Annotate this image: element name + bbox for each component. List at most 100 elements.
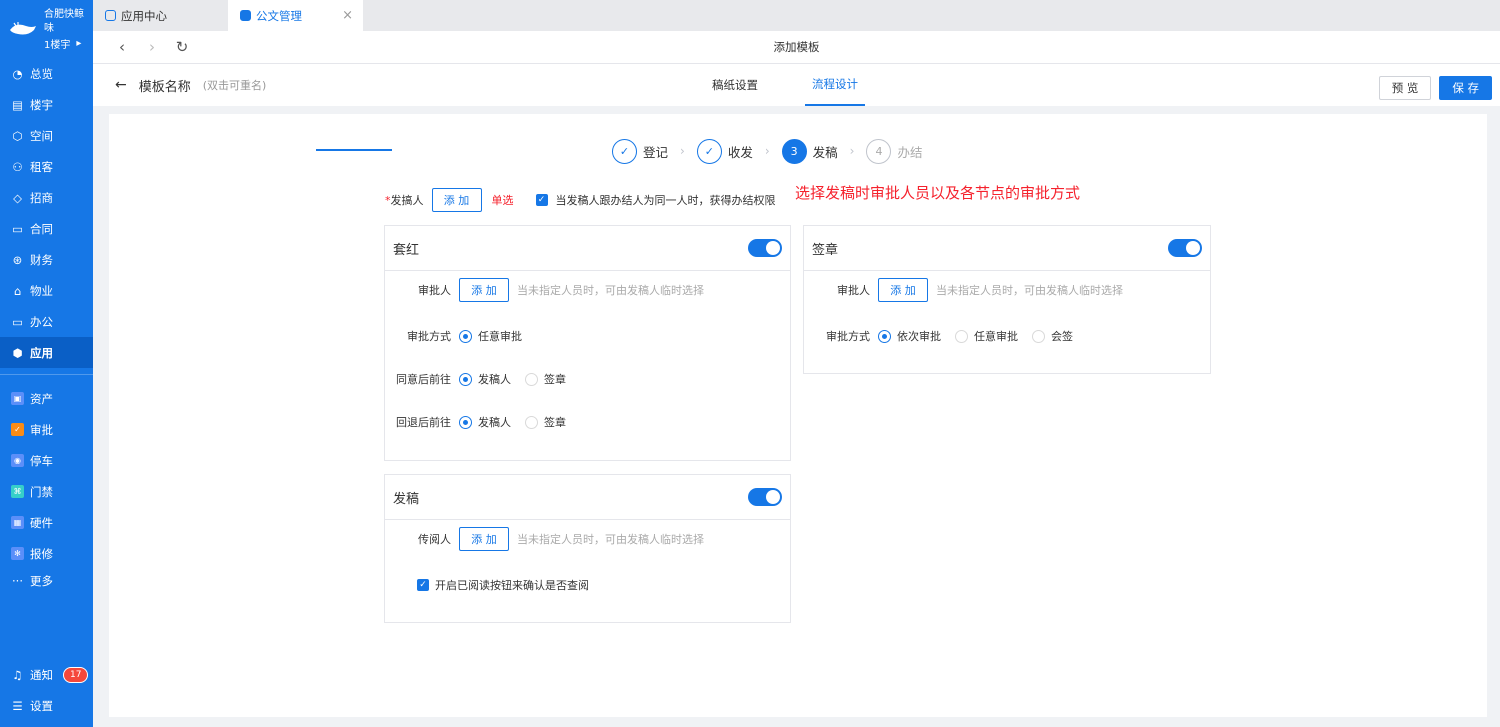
issuer-checkbox[interactable]: ✓ [535,194,548,206]
arrow-left-icon[interactable]: ← [115,77,127,93]
sidebar-app-hardware[interactable]: ▦ 硬件 [0,507,93,538]
sidebar-item-label: 门禁 [30,484,53,499]
sidebar-item-overview[interactable]: ◔ 总览 [0,58,93,89]
issuer-add-button[interactable]: 添 加 [431,188,482,212]
qianzhang-add-button[interactable]: 添 加 [878,278,928,302]
radio-icon [459,329,472,343]
sidebar-item-apps[interactable]: ⬢ 应用 [0,337,93,368]
step-issue[interactable]: 3 发稿 [781,138,838,164]
radio-option[interactable]: 会签 [1032,328,1073,344]
sidebar-app-access[interactable]: ⌘ 门禁 [0,476,93,507]
template-name[interactable]: 模板名称 [139,76,191,95]
field-label: 同意后前往 [396,373,451,386]
annotation-text: 选择发稿时审批人员以及各节点的审批方式 [795,184,1081,202]
step-dispatch[interactable]: ✓ 收发 [696,138,753,164]
fagao-add-button[interactable]: 添 加 [459,527,509,551]
taohong-agree-row: 同意后前往 发稿人 签章 [385,371,580,387]
sidebar-item-office[interactable]: ▭ 办公 [0,306,93,337]
sidebar-item-tenant[interactable]: ⚇ 租客 [0,151,93,182]
document-icon: ▭ [12,221,23,236]
taohong-approver-row: 审批人 添 加 当未指定人员时，可由发稿人临时选择 [385,278,704,302]
sidebar-item-invest[interactable]: ◇ 招商 [0,182,93,213]
browser-toolbar: ‹ › ↻ 添加模板 [93,31,1500,64]
taohong-add-button[interactable]: 添 加 [459,278,509,302]
radio-option[interactable]: 依次审批 [878,328,941,344]
sidebar-item-label: 通知 [30,667,53,682]
radio-label: 任意审批 [974,330,1018,343]
sidebar-item-label: 更多 [30,574,53,588]
issuer-row: *发搞人 添 加 单选 ✓ 当发稿人跟办结人为同一人时，获得办结权限 [385,188,776,212]
step-label: 登记 [643,144,669,160]
sidebar-item-label: 审批 [30,422,53,437]
radio-option[interactable]: 发稿人 [459,414,511,430]
qianzhang-approver-row: 审批人 添 加 当未指定人员时，可由发稿人临时选择 [804,278,1123,302]
sidebar-app-parking[interactable]: ◉ 停车 [0,445,93,476]
radio-option[interactable]: 签章 [525,371,566,387]
sidebar-item-property[interactable]: ⌂ 物业 [0,275,93,306]
logo[interactable]: 合肥快鲸味 1楼宇 ▸ [0,0,93,58]
sidebar-item-label: 空间 [30,128,53,143]
radio-label: 依次审批 [897,330,941,343]
template-header: ← 模板名称 (双击可重名) 稿纸设置 流程设计 预 览 保 存 [93,64,1500,106]
field-label: 审批方式 [826,330,870,343]
refresh-icon[interactable]: ↻ [167,38,197,56]
sidebar-item-label: 合同 [30,221,53,236]
sidebar-item-space[interactable]: ⬡ 空间 [0,120,93,151]
single-select-tag: 单选 [491,194,514,207]
step-complete[interactable]: 4 办结 [866,138,923,164]
sidebar-item-label: 设置 [30,698,53,713]
radio-option[interactable]: 任意审批 [459,328,522,344]
sidebar-app-assets[interactable]: ▣ 资产 [0,383,93,414]
sidebar-notify[interactable]: ♫ 通知 17 [0,659,93,690]
sidebar-item-label: 停车 [30,453,53,468]
radio-option[interactable]: 签章 [525,414,566,430]
read-confirm-checkbox[interactable]: ✓ [417,579,429,591]
radio-option[interactable]: 任意审批 [955,328,1018,344]
card-title: 发稿 [393,491,420,507]
step-register[interactable]: ✓ 登记 [612,138,669,164]
back-arrow-icon[interactable]: ‹ [107,38,137,56]
sidebar-more[interactable]: ··· 更多 [0,569,93,593]
qianzhang-method-row: 审批方式 依次审批 任意审批 会签 [804,328,1087,344]
whale-logo-icon [8,20,38,38]
card-qianzhang: 签章 审批人 添 加 当未指定人员时，可由发稿人临时选择 审批方式 依次审批 任… [803,225,1211,374]
fagao-checkbox-row: ✓ 开启已阅读按钮来确认是否查阅 [417,577,589,593]
sidebar-item-finance[interactable]: ⊛ 财务 [0,244,93,275]
active-step-underline [316,149,392,151]
radio-option[interactable]: 发稿人 [459,371,511,387]
field-label: 传阅人 [418,533,451,546]
card-title: 签章 [812,242,839,258]
tab-flow-design[interactable]: 流程设计 [805,64,865,106]
fagao-toggle[interactable] [748,488,782,506]
page-title: 添加模板 [773,40,820,54]
check-icon: ✓ [612,138,637,164]
steps: ✓ 登记 › ✓ 收发 › 3 发稿 › 4 办结 [612,136,923,166]
sidebar-item-building[interactable]: ▤ 楼宇 [0,89,93,120]
qianzhang-toggle[interactable] [1168,239,1202,257]
tab-paper-settings[interactable]: 稿纸设置 [705,64,765,106]
tab-document-management[interactable]: 公文管理 × [228,0,363,31]
menu-icon: ☰ [12,698,23,713]
sidebar-app-repair[interactable]: ✻ 报修 [0,538,93,569]
radio-icon [878,329,891,343]
preview-button[interactable]: 预 览 [1378,76,1432,100]
sidebar-item-label: 楼宇 [30,97,53,112]
taohong-toggle[interactable] [748,239,782,257]
sidebar-item-contract[interactable]: ▭ 合同 [0,213,93,244]
close-icon[interactable]: × [342,8,353,23]
sidebar-app-approval[interactable]: ✓ 审批 [0,414,93,445]
save-button[interactable]: 保 存 [1439,76,1492,100]
monitor-icon: ▭ [12,314,23,329]
step-label: 收发 [727,144,753,160]
building-selector[interactable]: 1楼宇 [44,36,70,51]
tab-label: 应用中心 [121,8,167,23]
sidebar-settings[interactable]: ☰ 设置 [0,690,93,721]
fagao-reader-row: 传阅人 添 加 当未指定人员时，可由发稿人临时选择 [385,527,704,551]
field-label: 审批人 [837,284,870,297]
tab-label: 公文管理 [256,8,302,23]
tab-app-center[interactable]: 应用中心 [93,0,228,31]
template-name-hint: (双击可重名) [202,79,267,92]
forward-arrow-icon[interactable]: › [137,38,167,56]
check-icon: ✓ [696,138,722,164]
flow-canvas: ✓ 登记 › ✓ 收发 › 3 发稿 › 4 办结 选择发稿时审批人员以及各节点的审批方… [109,114,1487,717]
